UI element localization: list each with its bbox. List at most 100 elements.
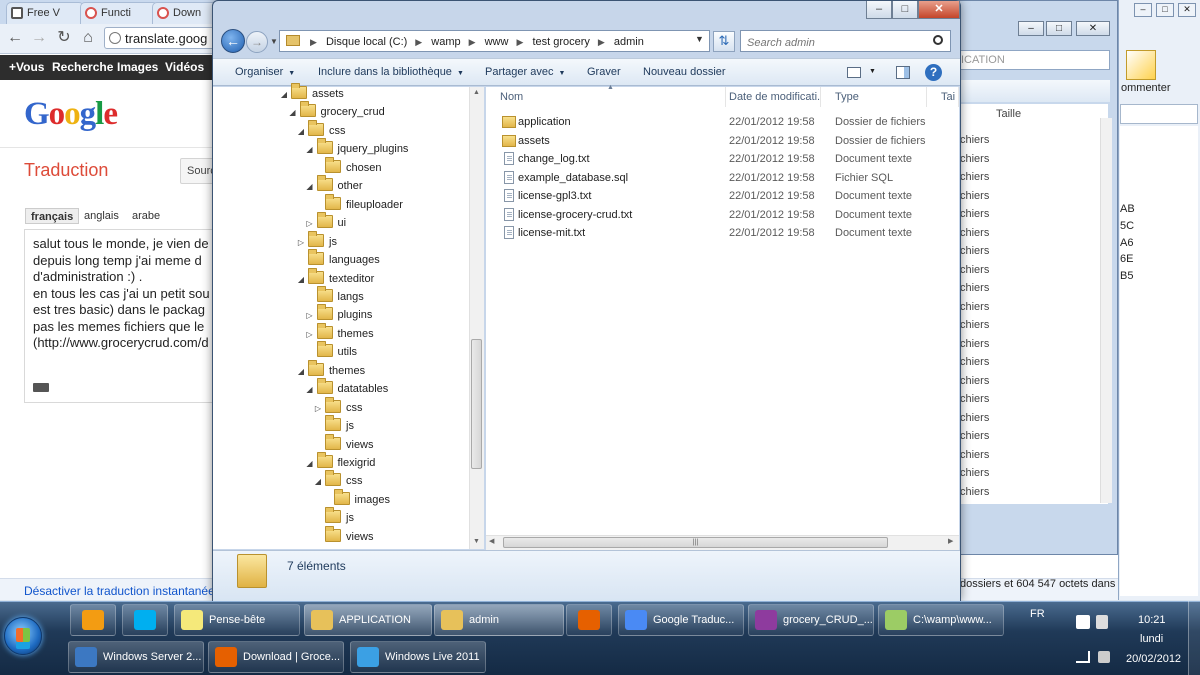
tree-node[interactable]: chosen [313, 156, 381, 177]
file-type-cell[interactable]: chiers [960, 393, 1050, 411]
file-row[interactable]: license-gpl3.txt 22/01/2012 19:58 Document… [500, 187, 940, 205]
taskbar-button[interactable]: Windows Live 2011 [350, 641, 486, 673]
expanded-arrow-icon[interactable]: ◢ [305, 141, 315, 159]
chevron-down-icon[interactable]: ▼ [869, 68, 876, 75]
collapsed-arrow-icon[interactable]: ▷ [313, 400, 323, 418]
column-header-size[interactable]: Taille [996, 108, 1021, 120]
clock-time[interactable]: 10:21 [1138, 614, 1166, 626]
taskbar-button[interactable]: Windows Server 2... [68, 641, 204, 673]
file-type-cell[interactable]: chiers [960, 430, 1050, 448]
tree-node[interactable]: ▷ ui [305, 212, 346, 232]
comment-icon[interactable] [1126, 50, 1156, 80]
file-type-cell[interactable]: chiers [960, 319, 1050, 337]
breadcrumb-www[interactable]: www [485, 36, 509, 48]
file-type-cell[interactable]: chiers [960, 338, 1050, 356]
minimize-button[interactable]: – [866, 1, 892, 19]
tree-node[interactable]: js [313, 507, 354, 527]
tree-node[interactable]: ▷ js [296, 230, 337, 251]
expanded-arrow-icon[interactable]: ◢ [305, 178, 315, 196]
tree-node[interactable]: views [313, 525, 374, 546]
file-row[interactable]: application 22/01/2012 19:58 Dossier de fi… [500, 113, 940, 131]
source-text-area[interactable]: salut tous le monde, je vien de depuis l… [24, 229, 224, 403]
taskbar-button[interactable]: Google Traduc... [618, 604, 744, 636]
help-icon[interactable]: ? [925, 64, 942, 81]
file-type-cell[interactable]: chiers [960, 227, 1050, 245]
commenter-button[interactable]: ommenter [1121, 82, 1171, 94]
column-header-date[interactable]: Date de modificati... [715, 87, 821, 107]
back-arrow-icon[interactable]: ← [6, 29, 24, 47]
search-input[interactable]: ICATION [958, 50, 1110, 70]
tree-node[interactable]: ◢ css [296, 119, 346, 141]
scroll-left-icon[interactable]: ◀ [489, 537, 494, 545]
view-options-icon[interactable] [847, 67, 861, 78]
network-signal-icon[interactable] [1076, 651, 1090, 663]
taskbar-button[interactable]: Pense-bête [174, 604, 300, 636]
file-type-cell[interactable]: chiers [960, 282, 1050, 300]
file-type-cell[interactable]: chiers [960, 412, 1050, 430]
breadcrumb-admin[interactable]: admin [614, 36, 644, 48]
close-button[interactable]: ✕ [918, 1, 960, 19]
home-icon[interactable]: ⌂ [79, 29, 97, 47]
file-type-cell[interactable]: chiers [960, 301, 1050, 319]
file-type-cell[interactable]: chiers [960, 190, 1050, 208]
organize-button[interactable]: Organiser ▼ [235, 66, 295, 78]
show-desktop-button[interactable] [1188, 601, 1200, 675]
file-type-cell[interactable]: chiers [960, 449, 1050, 467]
tree-node[interactable]: ◢ other [305, 175, 363, 196]
keyboard-icon[interactable] [33, 383, 49, 392]
chevron-right-icon[interactable]: ▶ [598, 37, 605, 47]
breadcrumb-test-grocery[interactable]: test grocery [532, 36, 589, 48]
column-header-size[interactable]: Tai [927, 87, 959, 107]
share-button[interactable]: Partager avec ▼ [485, 66, 565, 78]
title-bar[interactable]: – □ ✕ [213, 1, 960, 27]
tree-node[interactable]: ◢ jquery_plugins [305, 138, 408, 159]
close-icon[interactable]: ✕ [1076, 21, 1110, 36]
instant-translation-link[interactable]: Désactiver la traduction instantanée [24, 584, 215, 598]
scroll-up-icon[interactable]: ▲ [470, 89, 483, 96]
tree-node[interactable]: ◢ css [313, 470, 363, 491]
lang-tab-french[interactable]: français [25, 208, 80, 224]
lang-tab-english[interactable]: anglais [79, 208, 124, 224]
security-flag-icon[interactable] [1076, 615, 1090, 629]
forward-arrow-icon[interactable]: → [30, 29, 48, 47]
expanded-arrow-icon[interactable]: ◢ [305, 455, 315, 473]
device-icon[interactable] [1096, 615, 1108, 629]
preview-pane-icon[interactable] [896, 66, 910, 79]
search-icon[interactable] [933, 35, 943, 45]
chrome-tab[interactable]: Functi [80, 2, 158, 24]
taskbar-button[interactable] [122, 604, 168, 636]
column-header-name[interactable]: Nom [486, 87, 726, 107]
tree-node[interactable]: views [313, 433, 374, 454]
maximize-icon[interactable]: □ [1046, 21, 1072, 36]
expanded-arrow-icon[interactable]: ◢ [313, 473, 323, 491]
search-input[interactable] [740, 30, 951, 52]
tree-node[interactable]: utils [305, 341, 357, 361]
file-type-cell[interactable]: chiers [960, 375, 1050, 393]
recent-pages-dropdown-icon[interactable]: ▼ [270, 37, 278, 46]
tree-node[interactable]: js [313, 415, 354, 435]
tree-node[interactable]: ▷ themes [305, 322, 374, 344]
file-type-cell[interactable]: chiers [960, 153, 1050, 171]
tree-node[interactable]: ◢ texteditor [296, 267, 374, 288]
expanded-arrow-icon[interactable]: ◢ [296, 363, 306, 381]
nav-scrollbar[interactable] [469, 87, 484, 549]
expanded-arrow-icon[interactable]: ◢ [296, 123, 306, 141]
expanded-arrow-icon[interactable]: ◢ [288, 104, 298, 122]
close-icon[interactable]: ✕ [1178, 3, 1196, 17]
collapsed-arrow-icon[interactable]: ▷ [305, 326, 315, 344]
back-arrow-icon[interactable]: ← [221, 29, 245, 53]
gbar-videos-link[interactable]: Vidéos [165, 60, 204, 74]
refresh-icon[interactable]: ⇅ [713, 31, 735, 52]
gbar-images-link[interactable]: Images [117, 60, 158, 74]
address-dropdown-icon[interactable]: ▼ [695, 34, 704, 44]
file-type-cell[interactable]: chiers [960, 171, 1050, 189]
gbar-plus-link[interactable]: +Vous [9, 60, 44, 74]
horizontal-scroll-thumb[interactable]: ||| [503, 537, 888, 548]
address-bar[interactable]: ▶ Disque local (C:) ▶ wamp ▶ www ▶ test gro… [279, 30, 710, 52]
tree-node[interactable]: fileuploader [313, 193, 403, 214]
column-header-type[interactable]: Type [821, 87, 927, 107]
file-type-cell[interactable]: chiers [960, 356, 1050, 374]
volume-icon[interactable] [1098, 651, 1110, 663]
include-library-button[interactable]: Inclure dans la bibliothèque ▼ [318, 66, 464, 78]
minimize-icon[interactable]: – [1134, 3, 1152, 17]
